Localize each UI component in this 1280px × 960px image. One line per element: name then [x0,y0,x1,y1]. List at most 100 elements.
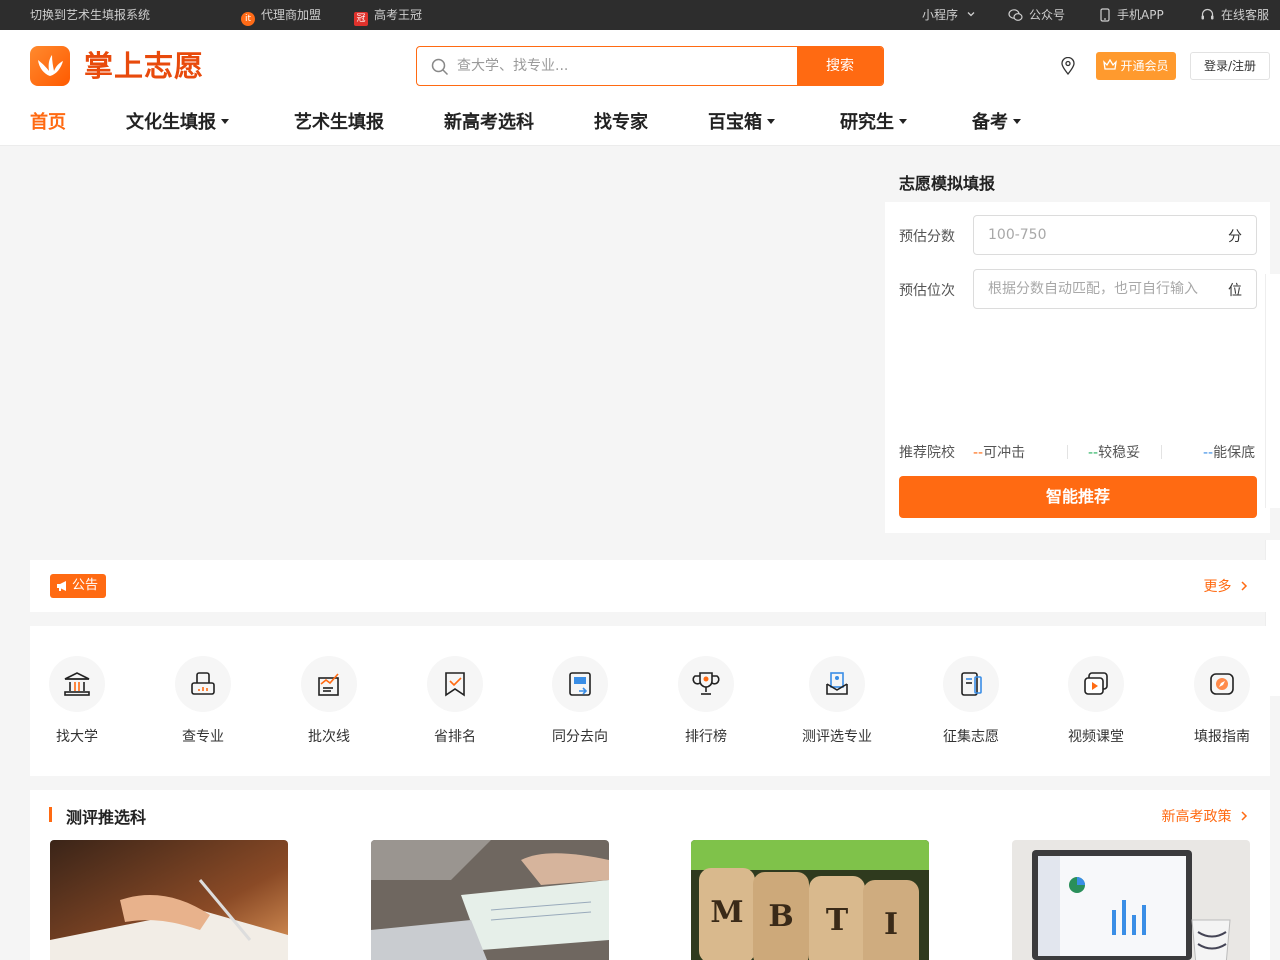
tool-find-university[interactable]: 找大学 [22,656,132,746]
chevron-down-icon [967,12,975,17]
rank-input[interactable] [988,270,1218,308]
assessment-section: 测评推选科 新高考政策 M B T I [30,790,1270,960]
nav-find-expert-label: 找专家 [594,112,648,133]
mobile-app-label: 手机APP [1117,8,1164,22]
gaokao-crown-label: 高考王冠 [374,8,423,22]
tool-icon-wrap [552,656,608,712]
wechat-link[interactable]: 公众号 [1008,0,1065,30]
gaokao-crown-link[interactable]: 冠高考王冠 [354,0,422,30]
logo-bird-icon [38,55,63,76]
tool-collect-application[interactable]: 征集志愿 [916,656,1026,746]
tool-icon-wrap [1194,656,1250,712]
stable-value: -- [1088,445,1099,461]
logo-icon[interactable] [30,46,70,86]
chevron-right-icon [1241,581,1248,591]
nav-home-label: 首页 [30,112,66,133]
trophy-icon [692,672,720,695]
search-box: 搜索 [416,46,884,86]
score-input[interactable] [988,216,1218,254]
tool-province-rank[interactable]: 省排名 [400,656,510,746]
caret-down-icon [767,119,775,124]
recommend-label: 推荐院校 [899,445,955,461]
side-float-tab[interactable] [1265,274,1280,352]
reach-count: --可冲击 [973,442,1025,462]
tool-icon-wrap [301,656,357,712]
tool-grid: 找大学 查专业 批次线 省排名 同分去向 排行榜 测评选专业 征集志愿 视频课堂… [30,626,1270,776]
wechat-label: 公众号 [1029,8,1066,22]
tool-icon-wrap [427,656,483,712]
simulation-form-panel: 志愿模拟填报 预估分数 分 预估位次 位 推荐院校 --可冲击 --较稳妥 --… [885,162,1270,533]
article-card-mbti[interactable]: M B T I [691,840,929,960]
tool-label: 省排名 [434,729,476,745]
side-float-tab[interactable] [1265,430,1280,508]
smart-recommend-button[interactable]: 智能推荐 [899,476,1257,518]
safe-label: 能保底 [1213,445,1256,461]
online-service-link[interactable]: 在线客服 [1200,0,1269,30]
crown-icon [1103,58,1118,70]
tool-icon-wrap [49,656,105,712]
vip-button-label: 开通会员 [1120,59,1169,73]
logo-text[interactable]: 掌上志愿 [84,48,204,84]
mbti-blocks-photo: M B T I [691,840,929,960]
nav-subject-select[interactable]: 新高考选科 [444,100,534,146]
tool-assessment[interactable]: 测评选专业 [782,656,892,746]
search-button[interactable]: 搜索 [797,47,883,85]
tool-label: 批次线 [308,729,350,745]
article-card-notes[interactable] [371,840,609,960]
gaokao-policy-link[interactable]: 新高考政策 [1162,806,1248,826]
tool-ranking[interactable]: 排行榜 [651,656,761,746]
tool-label: 找大学 [56,729,98,745]
tool-label: 测评选专业 [802,729,872,745]
side-float-tab[interactable] [1265,352,1280,430]
search-input[interactable] [457,47,797,85]
nav-culture-apply[interactable]: 文化生填报 [126,100,229,146]
nav-graduate[interactable]: 研究生 [840,100,907,146]
tool-video-class[interactable]: 视频课堂 [1041,656,1151,746]
divider [1067,445,1068,459]
chevron-right-icon [1241,811,1248,821]
headset-icon [1201,8,1214,20]
nav-art-apply-label: 艺术生填报 [294,112,384,133]
caret-down-icon [899,119,907,124]
tool-icon-wrap [809,656,865,712]
nav-culture-apply-label: 文化生填报 [126,112,216,133]
miniprogram-menu[interactable]: 小程序 [922,0,976,30]
tool-icon-wrap [1068,656,1124,712]
nav-exam-prep[interactable]: 备考 [972,100,1021,146]
tool-label: 查专业 [182,729,224,745]
mobile-app-link[interactable]: 手机APP [1099,0,1164,30]
reach-value: -- [973,445,984,461]
nav-exam-prep-label: 备考 [972,112,1008,133]
agent-join-label: 代理商加盟 [261,8,322,22]
vip-button[interactable]: 开通会员 [1096,52,1176,80]
tool-same-score[interactable]: 同分去向 [525,656,635,746]
safe-value: -- [1203,445,1214,461]
caret-down-icon [1013,119,1021,124]
notice-more-link[interactable]: 更多 [1204,576,1248,596]
main-nav: 首页 文化生填报 艺术生填报 新高考选科 找专家 百宝箱 研究生 备考 [0,100,1280,146]
score-label: 预估分数 [899,229,955,245]
tool-icon-wrap [678,656,734,712]
location-icon[interactable] [1060,57,1076,75]
miniprogram-label: 小程序 [922,8,959,22]
tool-icon-wrap [943,656,999,712]
article-card-dashboard[interactable] [1012,840,1250,960]
article-card-writing[interactable] [50,840,288,960]
mbti-letter: T [826,903,849,938]
nav-find-expert[interactable]: 找专家 [594,100,648,146]
tool-check-major[interactable]: 查专业 [148,656,258,746]
nav-home[interactable]: 首页 [30,100,66,146]
agent-join-link[interactable]: it 代理商加盟 [241,0,321,30]
nav-art-apply[interactable]: 艺术生填报 [294,100,384,146]
video-icon [1084,672,1108,695]
divider [1161,445,1162,459]
tool-batch-line[interactable]: 批次线 [274,656,384,746]
nav-toolbox[interactable]: 百宝箱 [708,100,775,146]
major-icon [191,672,215,695]
notice-bar: 公告 更多 [30,560,1270,612]
writing-photo [50,840,288,960]
switch-art-system-link[interactable]: 切换到艺术生填报系统 [30,0,150,30]
login-register-button[interactable]: 登录/注册 [1190,52,1270,80]
tool-apply-guide[interactable]: 填报指南 [1167,656,1277,746]
phone-icon [1100,8,1110,22]
